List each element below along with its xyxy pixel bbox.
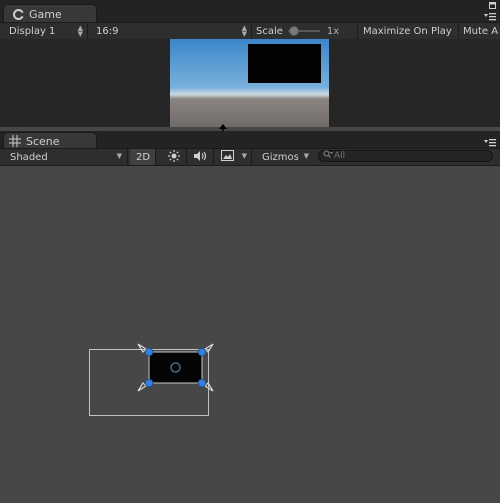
- scale-slider[interactable]: [287, 26, 320, 36]
- scene-grid-icon: [9, 135, 21, 147]
- scene-toolbar: Shaded ▼ 2D ▼ Gizmos ▼ All: [0, 148, 500, 166]
- dropdown-arrows-icon: ▲ ▼: [77, 24, 83, 38]
- 2d-mode-button[interactable]: 2D: [130, 149, 156, 165]
- scale-value: 1x: [326, 25, 340, 37]
- game-icon: [12, 8, 24, 20]
- scale-label: Scale: [256, 25, 283, 37]
- scene-tab-bar: Scene: [0, 131, 500, 149]
- scene-search-input[interactable]: All: [318, 150, 493, 162]
- dropdown-arrow-icon: ▼: [116, 152, 122, 160]
- gizmos-label: Gizmos: [262, 151, 299, 163]
- shading-mode-dropdown[interactable]: Shaded ▼: [0, 149, 128, 165]
- dropdown-arrow-icon: ▼: [241, 152, 247, 160]
- scene-canvas: [89, 343, 214, 416]
- effects-icon: [221, 150, 234, 164]
- aspect-dropdown-label: 16:9: [96, 25, 119, 37]
- gizmos-dropdown[interactable]: Gizmos ▼: [256, 149, 314, 165]
- game-viewport: [0, 39, 500, 127]
- selected-sprite[interactable]: [149, 352, 202, 383]
- aspect-dropdown[interactable]: 16:9 ▲ ▼: [88, 23, 252, 39]
- display-dropdown[interactable]: Display 1 ▲ ▼: [0, 23, 88, 39]
- 2d-mode-label: 2D: [136, 151, 151, 163]
- game-render: [170, 39, 329, 127]
- game-black-sprite: [248, 44, 321, 83]
- tab-game[interactable]: Game: [3, 4, 97, 23]
- window-controls: [484, 1, 496, 24]
- lighting-toggle[interactable]: [161, 149, 187, 165]
- game-toolbar: Display 1 ▲ ▼ 16:9 ▲ ▼ Scale 1x Maximize O…: [0, 22, 500, 40]
- search-icon: [323, 150, 333, 162]
- game-tab-bar: Game: [0, 0, 500, 24]
- audio-toggle[interactable]: [187, 149, 214, 165]
- display-dropdown-label: Display 1: [9, 25, 56, 37]
- dropdown-arrow-icon: ▼: [303, 152, 309, 160]
- lighting-icon: [168, 149, 180, 165]
- tab-game-label: Game: [29, 7, 62, 21]
- audio-icon: [193, 150, 207, 165]
- shading-mode-label: Shaded: [10, 151, 48, 163]
- dropdown-arrows-icon: ▲ ▼: [241, 24, 247, 38]
- maximize-icon[interactable]: [489, 1, 496, 12]
- maximize-on-play-toggle[interactable]: Maximize On Play: [358, 23, 459, 39]
- tab-scene[interactable]: Scene: [3, 132, 97, 149]
- scale-control: Scale 1x: [252, 23, 358, 39]
- scene-search-text: All: [334, 151, 346, 161]
- mute-audio-toggle[interactable]: Mute A: [459, 23, 500, 39]
- scale-slider-thumb[interactable]: [288, 26, 299, 36]
- tab-scene-label: Scene: [26, 134, 60, 148]
- effects-dropdown[interactable]: ▼: [214, 149, 252, 165]
- mute-audio-label: Mute A: [463, 25, 499, 37]
- maximize-on-play-label: Maximize On Play: [363, 25, 452, 37]
- scene-viewport[interactable]: [0, 166, 500, 500]
